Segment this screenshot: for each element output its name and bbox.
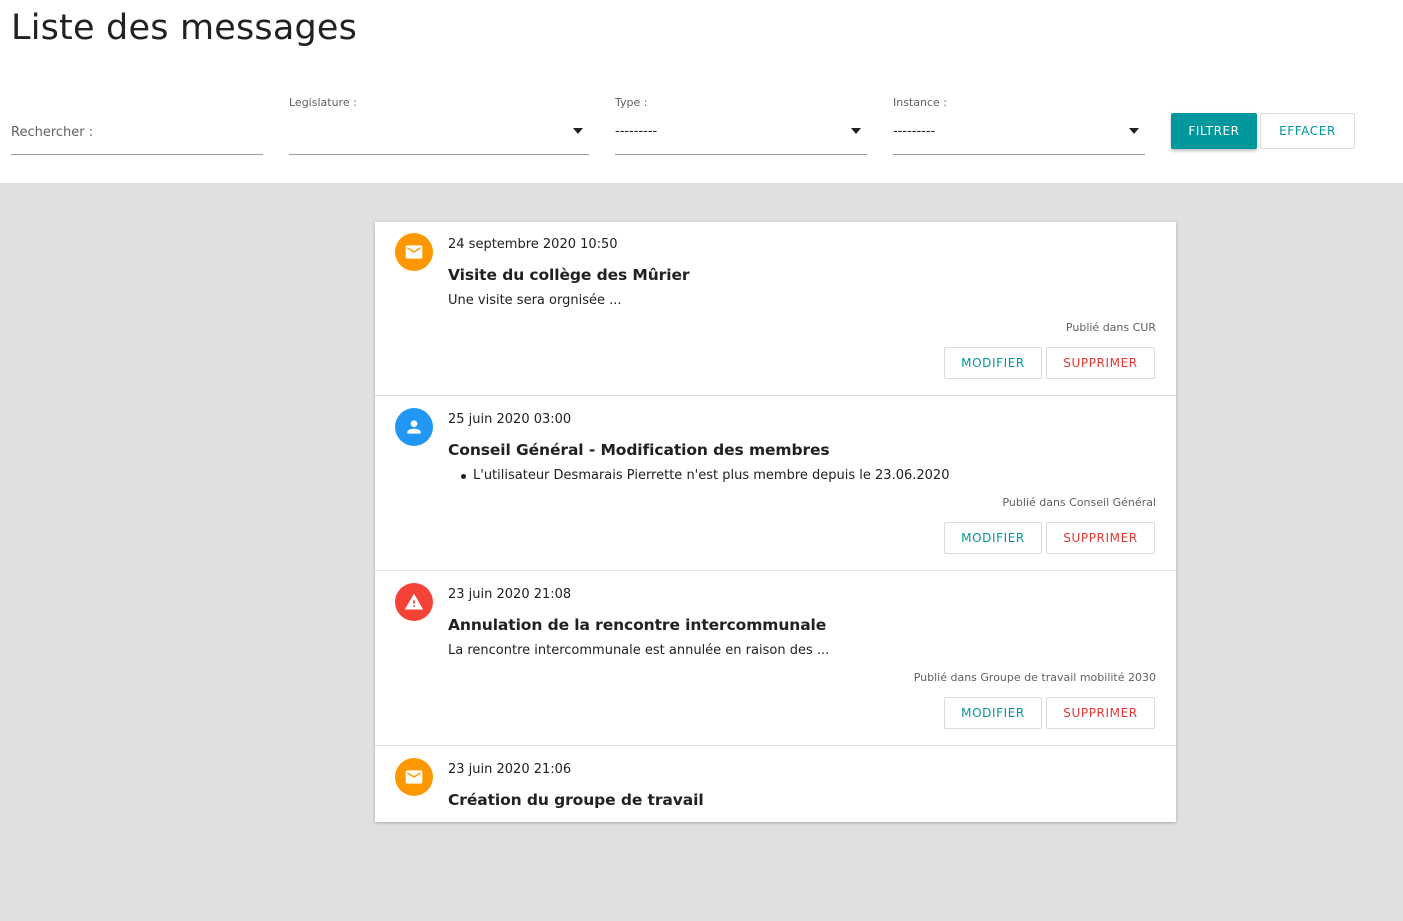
type-label: Type :	[615, 96, 648, 109]
message-title: Visite du collège des Mûrier	[448, 266, 690, 284]
page-title: Liste des messages	[11, 8, 358, 48]
edit-button[interactable]: MODIFIER	[944, 697, 1042, 729]
message-bullet-text: L'utilisateur Desmarais Pierrette n'est …	[473, 468, 950, 483]
chevron-down-icon	[851, 128, 861, 134]
message-body: Une visite sera orgnisée ...	[448, 293, 622, 308]
message-item: 23 juin 2020 21:08 Annulation de la renc…	[375, 572, 1176, 746]
mail-icon	[395, 233, 433, 271]
clear-button[interactable]: EFFACER	[1260, 113, 1355, 149]
search-input[interactable]: Rechercher :	[11, 96, 263, 155]
legislature-label: Legislature :	[289, 96, 357, 109]
edit-button[interactable]: MODIFIER	[944, 347, 1042, 379]
edit-button[interactable]: MODIFIER	[944, 522, 1042, 554]
delete-button[interactable]: SUPPRIMER	[1046, 347, 1155, 379]
message-title: Création du groupe de travail	[448, 791, 704, 809]
type-select[interactable]: Type : ---------	[615, 96, 867, 155]
instance-select[interactable]: Instance : ---------	[893, 96, 1145, 155]
message-item: 25 juin 2020 03:00 Conseil Général - Mod…	[375, 397, 1176, 571]
delete-button[interactable]: SUPPRIMER	[1046, 697, 1155, 729]
type-value: ---------	[615, 124, 658, 139]
message-published: Publié dans CUR	[1065, 321, 1156, 334]
filter-header: Liste des messages Rechercher : Legislat…	[0, 0, 1403, 183]
message-item: 24 septembre 2020 10:50 Visite du collèg…	[375, 222, 1176, 396]
instance-value: ---------	[893, 124, 936, 139]
bullet-dot	[461, 474, 466, 479]
filter-button[interactable]: FILTRER	[1171, 113, 1257, 149]
message-published: Publié dans Conseil Général	[1002, 496, 1156, 509]
message-published: Publié dans Groupe de travail mobilité 2…	[913, 671, 1156, 684]
message-date: 23 juin 2020 21:08	[448, 587, 572, 602]
message-title: Conseil Général - Modification des membr…	[448, 441, 830, 459]
legislature-select[interactable]: Legislature :	[289, 96, 589, 155]
search-label: Rechercher :	[11, 125, 94, 140]
message-list: 24 septembre 2020 10:50 Visite du collèg…	[375, 222, 1176, 822]
chevron-down-icon	[1129, 128, 1139, 134]
mail-icon	[395, 758, 433, 796]
message-date: 24 septembre 2020 10:50	[448, 237, 618, 252]
delete-button[interactable]: SUPPRIMER	[1046, 522, 1155, 554]
instance-label: Instance :	[893, 96, 947, 109]
message-bullet-item: L'utilisateur Desmarais Pierrette n'est …	[461, 468, 950, 483]
person-icon	[395, 408, 433, 446]
message-title: Annulation de la rencontre intercommunal…	[448, 616, 827, 634]
warning-icon	[395, 583, 433, 621]
message-item: 23 juin 2020 21:06 Création du groupe de…	[375, 747, 1176, 921]
message-date: 23 juin 2020 21:06	[448, 762, 572, 777]
message-body: La rencontre intercommunale est annulée …	[448, 643, 830, 658]
chevron-down-icon	[573, 128, 583, 134]
message-date: 25 juin 2020 03:00	[448, 412, 572, 427]
